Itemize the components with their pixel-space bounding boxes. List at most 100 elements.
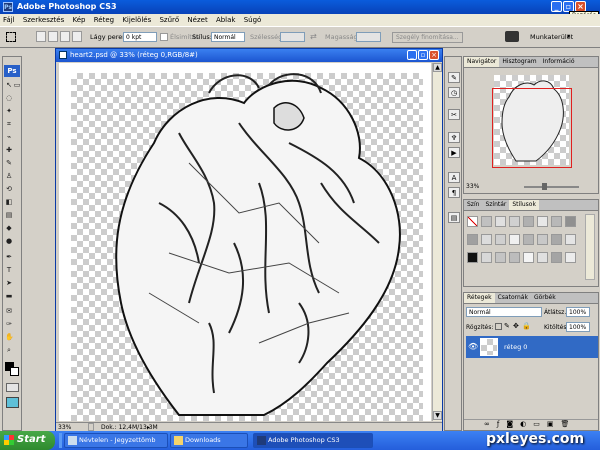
tab-color[interactable]: Szín: [464, 200, 482, 210]
style-swatch[interactable]: [523, 252, 534, 263]
styles-scrollbar[interactable]: [585, 214, 595, 280]
style-swatch[interactable]: [565, 216, 576, 227]
tab-layers[interactable]: Rétegek: [464, 293, 495, 303]
tool-presets-icon[interactable]: ✂: [448, 109, 460, 120]
link-layers-icon[interactable]: ∞: [484, 420, 497, 428]
task-notepad[interactable]: Névtelen - Jegyzettömb: [64, 433, 168, 448]
style-swatch[interactable]: [495, 252, 506, 263]
doc-minimize-button[interactable]: _: [407, 50, 417, 60]
style-swatch[interactable]: [551, 216, 562, 227]
add-mask-icon[interactable]: ◙: [506, 420, 520, 428]
trash-icon[interactable]: 🗑: [560, 420, 576, 428]
dodge-tool-icon[interactable]: ●: [5, 237, 13, 245]
menu-view[interactable]: Nézet: [184, 14, 210, 24]
tab-channels[interactable]: Csatornák: [495, 293, 531, 303]
slice-tool-icon[interactable]: ⌁: [5, 133, 13, 141]
menu-layer[interactable]: Réteg: [91, 14, 117, 24]
new-layer-icon[interactable]: ▣: [547, 420, 561, 428]
move-tool-icon[interactable]: ↖: [5, 81, 13, 89]
gradient-tool-icon[interactable]: ▤: [5, 211, 13, 219]
history-panel-icon[interactable]: ◷: [448, 87, 460, 98]
doc-close-button[interactable]: ×: [429, 50, 439, 60]
adjustment-layer-icon[interactable]: ◐: [520, 420, 533, 428]
style-swatch[interactable]: [565, 252, 576, 263]
style-swatch[interactable]: [565, 234, 576, 245]
antialias-checkbox[interactable]: [160, 33, 168, 41]
history-brush-icon[interactable]: ⟲: [5, 185, 13, 193]
style-swatch[interactable]: [551, 252, 562, 263]
style-swatch[interactable]: [523, 216, 534, 227]
marquee-tool-icon[interactable]: [6, 32, 16, 42]
style-swatch[interactable]: [481, 234, 492, 245]
notes-tool-icon[interactable]: ✉: [5, 307, 13, 315]
tab-navigator[interactable]: Navigátor: [464, 57, 500, 67]
crop-tool-icon[interactable]: ⌗: [5, 120, 13, 128]
layer-name[interactable]: réteg 0: [504, 343, 527, 351]
actions-panel-icon[interactable]: ▶: [448, 147, 460, 158]
tab-paths[interactable]: Görbék: [531, 293, 559, 303]
task-downloads[interactable]: Downloads: [170, 433, 248, 448]
style-swatch[interactable]: [551, 234, 562, 245]
navigator-zoom[interactable]: 33%: [466, 183, 479, 190]
lock-pixels-icon[interactable]: ✎: [504, 322, 510, 330]
stamp-tool-icon[interactable]: ♙: [5, 172, 13, 180]
add-selection-icon[interactable]: [48, 31, 58, 42]
menu-help[interactable]: Súgó: [241, 14, 265, 24]
layer-style-icon[interactable]: ƒ: [497, 420, 506, 428]
feather-input[interactable]: 0 kpt: [123, 32, 157, 42]
eyedropper-icon[interactable]: ✑: [5, 320, 13, 328]
tab-swatches[interactable]: Színtár: [482, 200, 509, 210]
canvas[interactable]: [59, 63, 431, 421]
eraser-tool-icon[interactable]: ◧: [5, 198, 13, 206]
style-select[interactable]: Normál: [211, 32, 245, 42]
clone-source-icon[interactable]: ♆: [448, 132, 460, 143]
tab-info[interactable]: Információ: [540, 57, 578, 67]
blend-mode-select[interactable]: Normál: [466, 307, 542, 317]
start-button[interactable]: Start: [0, 431, 55, 450]
vertical-scrollbar[interactable]: ▲ ▼: [432, 63, 442, 421]
brush-panel-icon[interactable]: ✎: [448, 72, 460, 83]
navigator-view-box[interactable]: [492, 88, 572, 168]
task-photoshop[interactable]: Adobe Photoshop CS3: [253, 433, 373, 448]
path-select-icon[interactable]: ➤: [5, 279, 13, 287]
tab-styles[interactable]: Stílusok: [509, 200, 539, 210]
type-tool-icon[interactable]: T: [5, 266, 13, 274]
character-panel-icon[interactable]: A: [448, 172, 460, 183]
doc-maximize-button[interactable]: ▫: [418, 50, 428, 60]
zoom-tool-icon[interactable]: ⌕: [5, 346, 13, 354]
style-swatch[interactable]: [509, 252, 520, 263]
refine-edge-button[interactable]: Szegély finomítása...: [392, 32, 463, 43]
lock-transparency-icon[interactable]: [495, 323, 502, 330]
hand-tool-icon[interactable]: ✋: [5, 333, 14, 341]
brush-tool-icon[interactable]: ✎: [5, 159, 13, 167]
status-arrow-icon[interactable]: ▸: [147, 424, 150, 431]
style-swatch[interactable]: [481, 216, 492, 227]
style-swatch[interactable]: [495, 216, 506, 227]
style-swatch[interactable]: [467, 234, 478, 245]
intersect-selection-icon[interactable]: [72, 31, 82, 42]
quick-mask-icon[interactable]: [6, 383, 19, 392]
lock-all-icon[interactable]: 🔒: [522, 322, 531, 330]
swap-icon[interactable]: ⇄: [310, 32, 317, 41]
menu-filter[interactable]: Szűrő: [156, 14, 182, 24]
zoom-level[interactable]: 33%: [58, 424, 71, 431]
marquee-tool-icon[interactable]: ▭: [13, 81, 21, 89]
eye-icon[interactable]: 👁: [468, 342, 478, 351]
fill-input[interactable]: 100%: [566, 322, 590, 332]
menu-file[interactable]: Fájl: [0, 14, 18, 24]
style-swatch[interactable]: [523, 234, 534, 245]
new-group-icon[interactable]: ▭: [533, 420, 547, 428]
opacity-input[interactable]: 100%: [566, 307, 590, 317]
lasso-tool-icon[interactable]: ◌: [5, 94, 13, 102]
style-swatch[interactable]: [509, 234, 520, 245]
width-input[interactable]: [280, 32, 305, 42]
scroll-up-icon[interactable]: ▲: [433, 63, 442, 72]
menu-window[interactable]: Ablak: [213, 14, 239, 24]
minimize-button[interactable]: _: [551, 1, 562, 12]
menu-image[interactable]: Kép: [69, 14, 88, 24]
style-swatch[interactable]: [467, 216, 478, 227]
height-input[interactable]: [356, 32, 381, 42]
shape-tool-icon[interactable]: ▬: [5, 292, 13, 300]
style-swatch[interactable]: [481, 252, 492, 263]
background-color-swatch[interactable]: [10, 367, 19, 376]
